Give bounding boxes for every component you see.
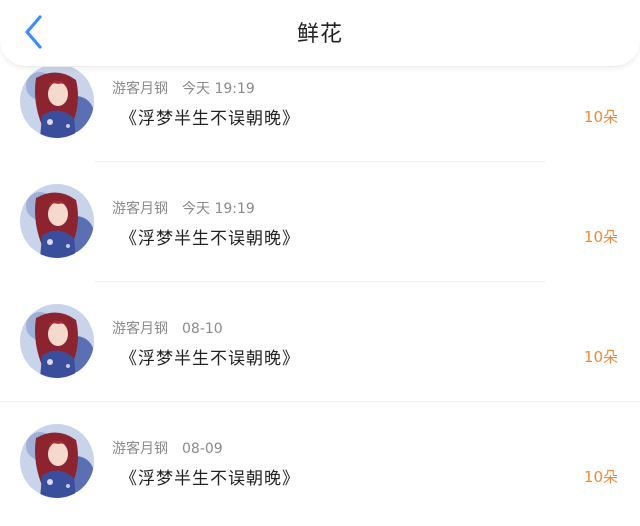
sender-info: 游客月钢 08-09 bbox=[112, 438, 223, 458]
avatar[interactable] bbox=[20, 304, 94, 378]
flower-count: 10朵 bbox=[583, 108, 618, 126]
sender-name: 游客月钢 bbox=[112, 321, 168, 337]
avatar-image bbox=[20, 184, 94, 258]
send-time: 今天 19:19 bbox=[182, 81, 255, 97]
send-time: 08-10 bbox=[182, 321, 223, 337]
divider bbox=[0, 401, 640, 402]
divider bbox=[95, 281, 545, 282]
top-bar: 鲜花 bbox=[0, 0, 640, 67]
flower-count: 10朵 bbox=[583, 468, 618, 486]
message-text: 《浮梦半生不误朝晚》 bbox=[120, 349, 300, 369]
sender-name: 游客月钢 bbox=[112, 441, 168, 457]
avatar-image bbox=[20, 304, 94, 378]
avatar[interactable] bbox=[20, 184, 94, 258]
avatar[interactable] bbox=[20, 424, 94, 498]
message-text: 《浮梦半生不误朝晚》 bbox=[120, 229, 300, 249]
sender-info: 游客月钢 今天 19:19 bbox=[112, 78, 255, 98]
page-title: 鲜花 bbox=[296, 22, 343, 47]
send-time: 今天 19:19 bbox=[182, 201, 255, 217]
sender-info: 游客月钢 今天 19:19 bbox=[112, 198, 255, 218]
list-item[interactable]: 游客月钢 今天 19:19 《浮梦半生不误朝晚》 10朵 bbox=[0, 56, 640, 166]
avatar-image bbox=[20, 64, 94, 138]
list-item[interactable]: 游客月钢 今天 19:19 《浮梦半生不误朝晚》 10朵 bbox=[0, 176, 640, 286]
send-time: 08-09 bbox=[182, 441, 223, 457]
list-item[interactable]: 游客月钢 08-10 《浮梦半生不误朝晚》 10朵 bbox=[0, 296, 640, 406]
list-item[interactable]: 游客月钢 08-09 《浮梦半生不误朝晚》 10朵 bbox=[0, 416, 640, 526]
avatar[interactable] bbox=[20, 64, 94, 138]
sender-info: 游客月钢 08-10 bbox=[112, 318, 223, 338]
avatar-image bbox=[20, 424, 94, 498]
message-text: 《浮梦半生不误朝晚》 bbox=[120, 469, 300, 489]
flower-count: 10朵 bbox=[583, 348, 618, 366]
divider bbox=[95, 161, 545, 162]
message-text: 《浮梦半生不误朝晚》 bbox=[120, 109, 300, 129]
sender-name: 游客月钢 bbox=[112, 81, 168, 97]
flower-count: 10朵 bbox=[583, 228, 618, 246]
sender-name: 游客月钢 bbox=[112, 201, 168, 217]
